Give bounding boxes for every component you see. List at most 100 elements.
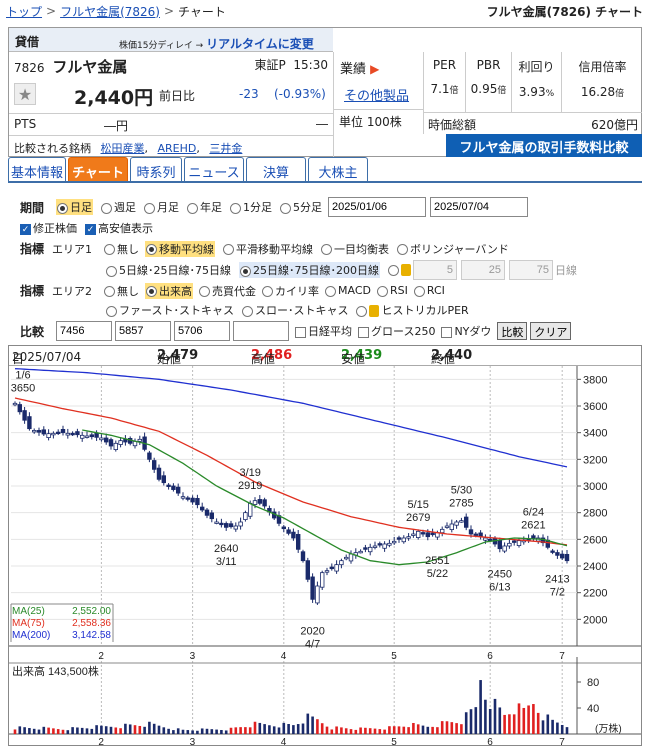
volume-bar — [383, 729, 386, 734]
volume-bar — [205, 728, 209, 734]
breadcrumb-stock-link[interactable]: フルヤ金属(7826) — [60, 3, 160, 20]
fee-comparison-button[interactable]: フルヤ金属の取引手数料比較 — [446, 134, 642, 157]
volume-bar — [66, 730, 70, 734]
volume-bar — [258, 722, 262, 734]
favorite-star-icon[interactable]: ★ — [14, 83, 36, 105]
candle-body — [209, 512, 214, 520]
candle-body — [291, 531, 296, 539]
pts-line: PTS ―円 ― — [9, 113, 333, 135]
candle-body — [564, 553, 570, 562]
volume-bar — [320, 723, 324, 734]
date-from-input[interactable] — [328, 197, 426, 217]
gyoseki-link[interactable]: 業績 ▶ — [340, 58, 379, 77]
annotation-date: 7/2 — [550, 586, 565, 598]
volume-bar — [28, 728, 31, 734]
candle-body — [190, 497, 195, 503]
clear-button[interactable]: クリア — [530, 322, 572, 340]
volume-bar — [277, 727, 281, 734]
compare-stock-link[interactable]: 松田産業 — [101, 142, 145, 155]
growth250-checkbox[interactable]: グロース250 — [358, 323, 435, 339]
candle-body — [238, 521, 243, 527]
volume-bar — [532, 704, 535, 734]
period-option-5min[interactable]: 5分足 — [280, 199, 322, 215]
area2-option-turnover[interactable]: 売買代金 — [199, 283, 256, 299]
volume-bar — [220, 729, 223, 734]
area2-option-rsi[interactable]: RSI — [376, 284, 408, 297]
tab-chart[interactable]: チャート — [68, 156, 128, 182]
volume-bar — [13, 729, 17, 734]
y-tick-label: 2400 — [583, 561, 607, 573]
adjusted-price-checkbox[interactable]: ✓ 修正株価 — [20, 220, 77, 236]
realtime-link[interactable]: リアルタイムに変更 — [206, 37, 314, 51]
prev-day-label: 前日比 — [159, 89, 196, 103]
candle-body — [219, 522, 224, 526]
candle-body — [295, 533, 301, 550]
area2-option-volume[interactable]: 出来高 — [145, 282, 193, 299]
nydow-checkbox[interactable]: NYダウ — [441, 323, 491, 339]
delay-note: 株価15分ディレイ → リアルタイムに変更 — [119, 37, 314, 51]
area1-option-bollinger[interactable]: ボリンジャーバンド — [397, 241, 509, 257]
compare-stock-link[interactable]: AREHD — [158, 142, 197, 155]
volume-bar — [426, 726, 430, 734]
tab-earnings[interactable]: 決算 — [246, 156, 306, 182]
high-low-checkbox[interactable]: ✓ 高安値表示 — [85, 220, 153, 236]
candle-body — [281, 526, 286, 530]
compare-code-input[interactable] — [174, 321, 230, 341]
area1-option-none[interactable]: 無し — [104, 241, 139, 257]
period-option-weekly[interactable]: 週足 — [101, 199, 136, 215]
period-option-yearly[interactable]: 年足 — [187, 199, 222, 215]
area2-option-fast-stoch[interactable]: ファースト･ストキャス — [106, 302, 234, 318]
tab-news[interactable]: ニュース — [184, 156, 244, 182]
ma-option-25-75-200[interactable]: 25日線･75日線･200日線 — [239, 262, 380, 278]
candle-body — [406, 536, 411, 539]
area1-option-ma[interactable]: 移動平均線 — [145, 240, 215, 257]
nikkei-checkbox[interactable]: 日経平均 — [295, 323, 352, 339]
ma-option-custom[interactable] — [388, 264, 401, 277]
date-to-input[interactable] — [430, 197, 528, 217]
volume-bar — [32, 728, 36, 734]
candle-body — [223, 523, 229, 528]
annotation-value: 2785 — [449, 498, 473, 510]
period-option-monthly[interactable]: 月足 — [144, 199, 179, 215]
ratio-per: PER 7.1倍 — [424, 52, 466, 112]
compare-button[interactable]: 比較 — [497, 322, 528, 340]
volume-bar — [402, 726, 406, 734]
tab-timeseries[interactable]: 時系列 — [130, 156, 182, 182]
area2-option-macd[interactable]: MACD — [325, 284, 371, 297]
area2-option-rci[interactable]: RCI — [413, 284, 445, 297]
breadcrumb-top-link[interactable]: トップ — [6, 3, 42, 20]
area2-option-none[interactable]: 無し — [104, 283, 139, 299]
ma-custom-input-3[interactable] — [509, 260, 553, 280]
industry-link[interactable]: その他製品 — [344, 85, 409, 104]
y-tick-label: 3600 — [583, 401, 607, 413]
tab-basic-info[interactable]: 基本情報 — [8, 156, 66, 182]
ma-custom-input-1[interactable] — [413, 260, 457, 280]
volume-bar — [464, 712, 468, 734]
volume-bar — [292, 725, 295, 734]
candle-body — [166, 484, 171, 487]
compare-stock-link[interactable]: 三井金 — [209, 142, 242, 155]
period-option-daily[interactable]: 日足 — [56, 199, 93, 215]
candle-body — [473, 533, 478, 536]
compare-code-input[interactable] — [115, 321, 171, 341]
ma-option-5-25-75[interactable]: 5日線･25日線･75日線 — [106, 262, 231, 278]
volume-bar — [234, 727, 238, 734]
area2-option-kairi[interactable]: カイリ率 — [262, 283, 319, 299]
candle-body — [387, 542, 392, 546]
tab-shareholders[interactable]: 大株主 — [308, 156, 368, 182]
ma-custom-input-2[interactable] — [461, 260, 505, 280]
stock-info-panel: 貸借 株価15分ディレイ → リアルタイムに変更 7826 フルヤ金属 東証P … — [8, 27, 642, 157]
area2-option-hist-per[interactable]: ヒストリカルPER — [356, 302, 469, 318]
area1-option-ema[interactable]: 平滑移動平均線 — [223, 241, 313, 257]
compare-code-input[interactable] — [56, 321, 112, 341]
area1-option-ichimoku[interactable]: 一目均衡表 — [321, 241, 389, 257]
area2-option-slow-stoch[interactable]: スロー･ストキャス — [241, 302, 348, 318]
compare-code-input[interactable] — [233, 321, 289, 341]
period-option-1min[interactable]: 1分足 — [230, 199, 272, 215]
volume-bar — [311, 716, 314, 734]
volume-bar — [224, 730, 228, 734]
candle-body — [12, 402, 18, 406]
period-row: 期間 日足 週足 月足 年足 1分足 5分足 — [20, 197, 528, 217]
candle-body — [89, 434, 94, 438]
breadcrumb: トップ > フルヤ金属(7826) > チャート フルヤ金属(7826) チャー… — [0, 0, 645, 22]
